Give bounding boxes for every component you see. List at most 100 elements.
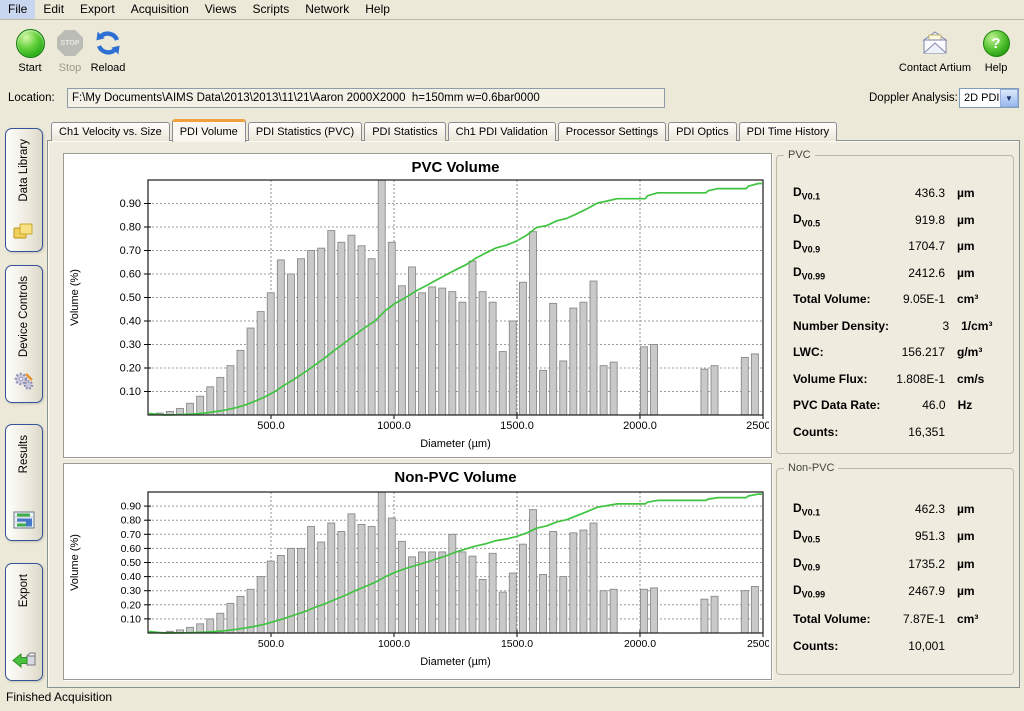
sidebar-item-label: Device Controls — [18, 276, 30, 357]
sidebar-item-export[interactable]: Export — [5, 563, 43, 681]
svg-text:0.40: 0.40 — [121, 571, 142, 583]
menu-item-views[interactable]: Views — [197, 0, 245, 19]
svg-text:Volume (%): Volume (%) — [69, 269, 81, 326]
menu-item-help[interactable]: Help — [357, 0, 398, 19]
svg-text:2000.0: 2000.0 — [624, 638, 656, 650]
menu-item-edit[interactable]: Edit — [35, 0, 72, 19]
chevron-down-icon[interactable]: ▼ — [1000, 89, 1018, 107]
stat-row-total-volume: Total Volume:7.87E-1cm³ — [777, 605, 1013, 633]
location-input[interactable] — [67, 88, 665, 108]
stat-unit: µm — [957, 186, 1003, 200]
svg-text:0.10: 0.10 — [120, 386, 141, 398]
sidebar-item-label: Results — [18, 435, 30, 473]
sidebar-item-data-library[interactable]: Data Library — [5, 128, 43, 252]
svg-text:PVC Volume: PVC Volume — [411, 159, 499, 176]
svg-text:0.90: 0.90 — [120, 198, 141, 210]
svg-text:Diameter (µm): Diameter (µm) — [420, 656, 491, 668]
stat-value: 2412.6 — [879, 266, 945, 280]
content-panel: 0.100.200.300.400.500.600.700.800.90500.… — [47, 140, 1020, 688]
tab-pdi-volume[interactable]: PDI Volume — [172, 119, 246, 142]
svg-text:Diameter (µm): Diameter (µm) — [420, 438, 491, 450]
stat-label: Volume Flux: — [793, 372, 879, 386]
stat-value: 436.3 — [879, 186, 945, 200]
svg-text:1500.0: 1500.0 — [500, 420, 534, 432]
stat-unit: µm — [957, 266, 1003, 280]
svg-text:0.30: 0.30 — [121, 585, 142, 597]
help-button[interactable]: ? Help — [976, 26, 1016, 82]
tab-pdi-statistics[interactable]: PDI Statistics — [364, 122, 445, 141]
results-chart-icon — [13, 511, 35, 532]
tab-pdi-statistics-pvc[interactable]: PDI Statistics (PVC) — [248, 122, 362, 141]
menu-item-file[interactable]: File — [0, 0, 35, 19]
svg-text:0.70: 0.70 — [121, 529, 142, 541]
start-label: Start — [18, 62, 41, 74]
menu-item-export[interactable]: Export — [72, 0, 123, 19]
pvc-stats-groupbox: PVC DV0.1436.3µmDV0.5919.8µmDV0.91704.7µ… — [776, 155, 1014, 454]
svg-text:500.0: 500.0 — [257, 420, 285, 432]
svg-text:0.70: 0.70 — [120, 245, 141, 257]
stat-value: 1735.2 — [879, 557, 945, 571]
sidebar-item-label: Data Library — [18, 139, 30, 202]
main-area: Data Library Device Controls Results Export… — [0, 113, 1024, 687]
stat-row-dv0-1: DV0.1462.3µm — [777, 495, 1013, 523]
envelope-icon — [920, 28, 950, 58]
svg-text:1000.0: 1000.0 — [378, 638, 410, 650]
tab-processor-settings[interactable]: Processor Settings — [558, 122, 666, 141]
stat-unit: µm — [957, 213, 1003, 227]
stat-label: DV0.5 — [793, 212, 879, 228]
menu-item-scripts[interactable]: Scripts — [245, 0, 298, 19]
stat-value: 1704.7 — [879, 239, 945, 253]
location-bar: Location: Doppler Analysis: 2D PDI ▼ — [0, 86, 1024, 112]
tab-strip: Ch1 Velocity vs. SizePDI VolumePDI Stati… — [51, 118, 839, 141]
stat-label: Number Density: — [793, 319, 889, 333]
stat-row-dv0-1: DV0.1436.3µm — [777, 180, 1013, 207]
contact-artium-button[interactable]: Contact Artium — [896, 26, 974, 82]
stat-value: 156.217 — [879, 345, 945, 359]
stat-label: DV0.5 — [793, 528, 879, 544]
start-icon — [16, 28, 45, 58]
tab-pdi-optics[interactable]: PDI Optics — [668, 122, 737, 141]
folders-icon — [13, 222, 35, 243]
gears-icon — [13, 371, 35, 394]
pvc-volume-chart: 0.100.200.300.400.500.600.700.800.90500.… — [64, 154, 769, 455]
sidebar-item-label: Export — [18, 574, 30, 607]
stat-row-total-volume: Total Volume:9.05E-1cm³ — [777, 286, 1013, 313]
tab-ch1-pdi-validation[interactable]: Ch1 PDI Validation — [448, 122, 556, 141]
stat-label: Total Volume: — [793, 292, 879, 306]
stat-row-dv0-9: DV0.91735.2µm — [777, 550, 1013, 578]
pvc-volume-chart-panel: 0.100.200.300.400.500.600.700.800.90500.… — [63, 153, 772, 458]
doppler-analysis-select[interactable]: 2D PDI ▼ — [959, 88, 1019, 108]
pvc-stats-rows: DV0.1436.3µmDV0.5919.8µmDV0.91704.7µmDV0… — [777, 180, 1013, 445]
reload-label: Reload — [91, 62, 126, 74]
stat-unit: µm — [957, 239, 1003, 253]
stat-row-dv0-5: DV0.5951.3µm — [777, 523, 1013, 551]
svg-text:2000.0: 2000.0 — [623, 420, 657, 432]
svg-text:0.40: 0.40 — [120, 316, 141, 328]
svg-text:0.10: 0.10 — [121, 613, 142, 625]
menu-item-network[interactable]: Network — [297, 0, 357, 19]
location-label: Location: — [8, 86, 55, 110]
start-button[interactable]: Start — [8, 26, 52, 82]
stat-value: 7.87E-1 — [879, 612, 945, 626]
sidebar-item-results[interactable]: Results — [5, 424, 43, 541]
svg-text:0.90: 0.90 — [121, 501, 142, 513]
nonpvc-groupbox-title: Non-PVC — [784, 462, 838, 474]
nonpvc-stats-rows: DV0.1462.3µmDV0.5951.3µmDV0.91735.2µmDV0… — [777, 495, 1013, 660]
stat-unit: Hz — [958, 398, 1003, 412]
reload-button[interactable]: Reload — [86, 26, 130, 82]
stat-value: 462.3 — [879, 502, 945, 516]
stat-value: 2467.9 — [879, 584, 945, 598]
menu-item-acquisition[interactable]: Acquisition — [123, 0, 197, 19]
tab-ch1-velocity-vs-size[interactable]: Ch1 Velocity vs. Size — [51, 122, 170, 141]
stat-label: DV0.99 — [793, 583, 879, 599]
sidebar-item-device-controls[interactable]: Device Controls — [5, 265, 43, 403]
sidebar: Data Library Device Controls Results Export — [0, 113, 46, 687]
stat-unit: µm — [957, 584, 1003, 598]
tab-pdi-time-history[interactable]: PDI Time History — [739, 122, 838, 141]
stat-unit: cm³ — [957, 292, 1003, 306]
svg-text:Volume (%): Volume (%) — [69, 534, 81, 591]
stat-row-dv0-99: DV0.992412.6µm — [777, 260, 1013, 287]
stat-row-dv0-9: DV0.91704.7µm — [777, 233, 1013, 260]
stat-value: 10,001 — [879, 639, 945, 653]
stat-label: DV0.9 — [793, 556, 879, 572]
